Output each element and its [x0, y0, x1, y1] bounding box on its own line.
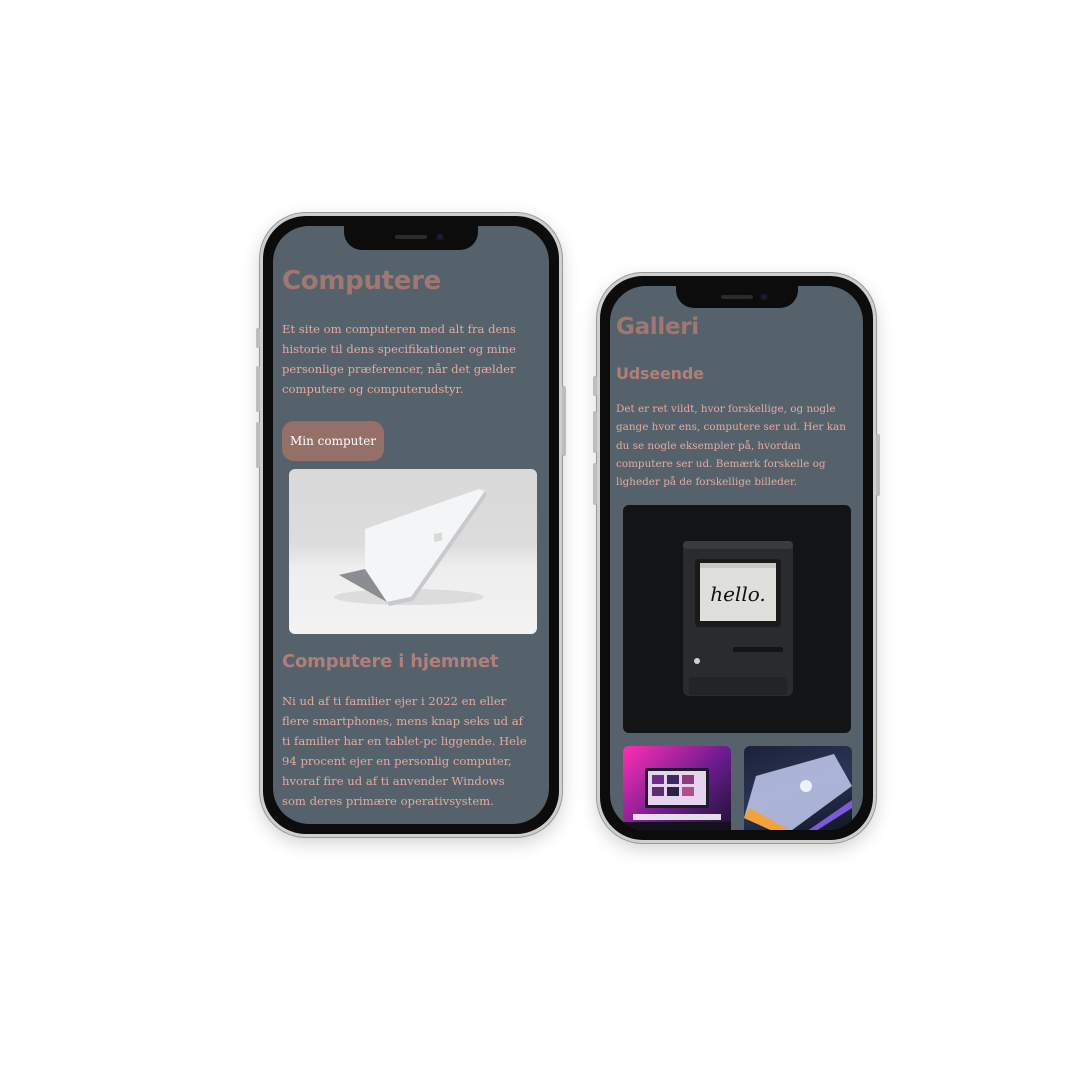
phone-side-button	[256, 328, 260, 348]
laptop-illustration	[334, 489, 487, 606]
intro-text: Et site om computeren med alt fra dens h…	[282, 322, 516, 396]
phone-notch	[675, 286, 798, 308]
speaker-icon	[395, 235, 427, 239]
phone-home-frame: Computere Et site om computeren med alt …	[256, 213, 566, 837]
gallery-image-hello: hello.	[623, 505, 851, 733]
phone-side-button	[593, 411, 597, 453]
camera-icon	[759, 293, 768, 301]
phone-side-button	[593, 463, 597, 505]
phone-side-button	[256, 422, 260, 468]
vintage-computer-illustration: hello.	[683, 541, 793, 696]
hello-screen-text: hello.	[710, 582, 766, 606]
phone-notch	[344, 226, 478, 250]
section-heading: Computere i hjemmet	[282, 651, 499, 672]
camera-icon	[436, 233, 444, 241]
page-title: Computere	[282, 266, 441, 296]
section-text: Ni ud af ti familier ejer i 2022 en elle…	[282, 694, 527, 808]
gallery-screen: Galleri Udseende Det er ret vildt, hvor …	[610, 286, 863, 830]
gallery-image-laptop-lights	[744, 746, 852, 830]
gallery-subheading: Udseende	[616, 364, 704, 383]
phone-side-button	[876, 434, 880, 496]
phone-gallery-frame: Galleri Udseende Det er ret vildt, hvor …	[593, 273, 880, 843]
laptop-lights-illustration	[744, 754, 852, 830]
home-screen: Computere Et site om computeren med alt …	[273, 226, 549, 824]
phone-side-button	[562, 386, 566, 456]
gallery-image-desk-setup	[623, 746, 731, 830]
laptop-photo	[289, 469, 537, 634]
my-computer-button[interactable]: Min computer	[282, 421, 384, 461]
phone-side-button	[256, 366, 260, 412]
gallery-text: Det er ret vildt, hvor forskellige, og n…	[616, 403, 846, 489]
gallery-title: Galleri	[616, 314, 699, 340]
speaker-icon	[720, 295, 753, 299]
desk-setup-illustration	[623, 768, 731, 830]
phone-side-button	[593, 376, 597, 396]
